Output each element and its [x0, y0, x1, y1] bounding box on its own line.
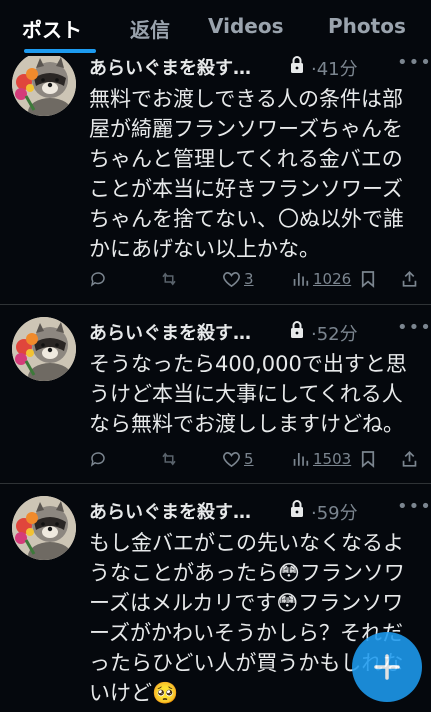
share-icon — [402, 450, 417, 467]
lock-icon — [291, 321, 303, 338]
post-time[interactable]: ·41分 — [311, 55, 358, 81]
author-name[interactable]: あらいぐまを殺す… — [89, 498, 251, 524]
tab-posts[interactable]: ポスト — [22, 14, 82, 43]
post[interactable]: あらいぐまを殺す… ·41分 ••• 無料でお渡しできる人の条件は部 屋が綺麗フ… — [0, 40, 431, 304]
reply-icon — [90, 452, 105, 467]
bookmark-icon — [361, 271, 375, 288]
post-text: そうなったら400,000で出すと思 うけど本当に大事にしてくれる人 なら無料で… — [89, 352, 407, 436]
lock-icon — [291, 56, 303, 73]
plus-icon — [374, 654, 400, 680]
active-tab-indicator — [24, 49, 96, 53]
bookmark-icon — [361, 451, 375, 468]
avatar[interactable] — [12, 52, 76, 116]
like-count: 5 — [244, 450, 254, 468]
post-actions: 5 1503 — [89, 448, 421, 472]
tab-replies[interactable]: 返信 — [130, 14, 170, 43]
avatar[interactable] — [12, 496, 76, 560]
post-header: あらいぐまを殺す… ·41分 ••• — [89, 52, 431, 81]
share-icon — [402, 270, 417, 287]
post[interactable]: あらいぐまを殺す… ·52分 ••• そうなったら400,000で出すと思 うけ… — [0, 305, 431, 483]
profile-tabs: ポスト 返信 Videos Photos — [0, 0, 431, 56]
post-time[interactable]: ·59分 — [311, 499, 358, 525]
author-name[interactable]: あらいぐまを殺す… — [89, 319, 251, 345]
heart-icon — [223, 452, 240, 468]
post-actions: 3 1026 — [89, 268, 421, 292]
avatar[interactable] — [12, 317, 76, 381]
views-icon — [293, 273, 309, 286]
reply-icon — [90, 272, 105, 287]
more-icon[interactable]: ••• — [397, 317, 431, 338]
lock-icon — [291, 500, 303, 517]
repost-icon — [162, 272, 176, 286]
post-time[interactable]: ·52分 — [311, 320, 358, 346]
post-header: あらいぐまを殺す… ·59分 ••• — [89, 496, 431, 525]
views-icon — [293, 453, 309, 466]
compose-button[interactable] — [352, 632, 422, 702]
repost-icon — [162, 452, 176, 466]
post-header: あらいぐまを殺す… ·52分 ••• — [89, 317, 431, 346]
author-name[interactable]: あらいぐまを殺す… — [89, 54, 251, 80]
heart-icon — [223, 272, 240, 288]
tab-photos[interactable]: Photos — [328, 14, 406, 38]
tab-videos[interactable]: Videos — [208, 14, 284, 38]
view-count: 1503 — [313, 450, 352, 468]
more-icon[interactable]: ••• — [397, 496, 431, 517]
view-count: 1026 — [313, 270, 352, 288]
post-text: 無料でお渡しできる人の条件は部 屋が綺麗フランソワーズちゃんを ちゃんと管理して… — [89, 87, 404, 261]
like-count: 3 — [244, 270, 254, 288]
